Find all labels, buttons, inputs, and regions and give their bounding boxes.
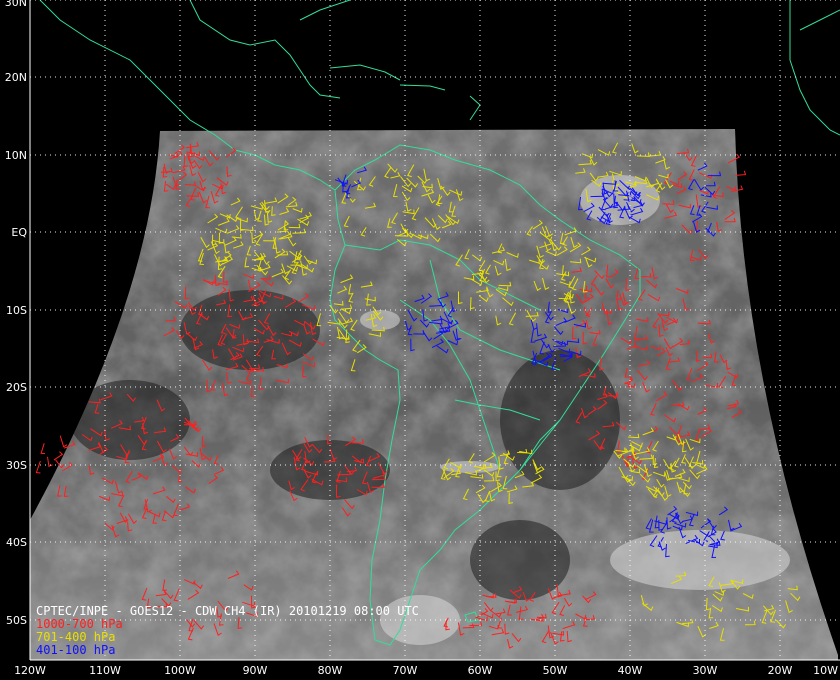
map-title: CPTEC/INPE - GOES12 - CDW CH4 (IR) 20101… xyxy=(36,604,419,618)
longitude-labels: 120W 110W 100W 90W 80W 70W 60W 50W 40W 30W 20W 10W xyxy=(14,664,838,677)
wind-barb xyxy=(35,460,41,474)
wind-barb xyxy=(59,435,68,448)
wind-barb xyxy=(53,451,64,461)
map-canvas: 30N 20N 10N EQ 10S 20S 30S 40S 50S 120W 110W 100W 9… xyxy=(0,0,840,680)
latitude-label: 20S xyxy=(6,381,27,394)
latitude-label: 10N xyxy=(5,149,27,162)
longitude-label: 90W xyxy=(243,664,268,677)
satellite-imagery xyxy=(30,129,838,660)
longitude-label: 100W xyxy=(164,664,196,677)
legend-high-level: 401-100 hPa xyxy=(36,643,116,657)
longitude-label: 50W xyxy=(543,664,568,677)
longitude-label: 110W xyxy=(89,664,121,677)
legend-low-level: 1000-700 hPa xyxy=(36,617,123,631)
latitude-label: 10S xyxy=(6,304,27,317)
wind-barb xyxy=(40,443,46,455)
longitude-label: 20W xyxy=(768,664,793,677)
wind-vector-map: 30N 20N 10N EQ 10S 20S 30S 40S 50S 120W 110W 100W 9… xyxy=(5,0,840,677)
longitude-label: 60W xyxy=(468,664,493,677)
longitude-label: 70W xyxy=(393,664,418,677)
latitude-label: 30S xyxy=(6,459,27,472)
longitude-label: 80W xyxy=(318,664,343,677)
longitude-label: 40W xyxy=(618,664,643,677)
latitude-label: 50S xyxy=(6,614,27,627)
latitude-label: EQ xyxy=(11,226,27,239)
latitude-labels: 30N 20N 10N EQ 10S 20S 30S 40S 50S xyxy=(5,0,28,627)
latitude-label: 20N xyxy=(5,71,27,84)
longitude-label: 30W xyxy=(693,664,718,677)
legend-mid-level: 701-400 hPa xyxy=(36,630,116,644)
latitude-label: 40S xyxy=(6,536,27,549)
latitude-label: 30N xyxy=(5,0,27,9)
longitude-label: 10W xyxy=(813,664,838,677)
longitude-label: 120W xyxy=(14,664,46,677)
